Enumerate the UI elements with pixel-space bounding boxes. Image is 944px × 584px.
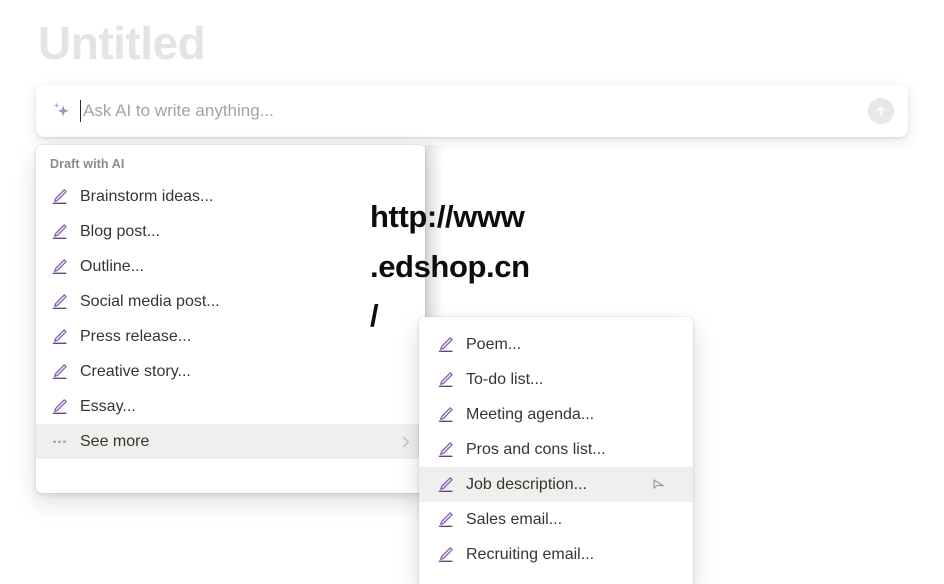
mouse-cursor-icon bbox=[653, 478, 664, 489]
menu-item-see-more[interactable]: See more bbox=[36, 424, 425, 459]
menu-item-label: Outline... bbox=[80, 257, 145, 275]
menu-item-outline[interactable]: Outline... bbox=[36, 249, 425, 284]
pencil-icon bbox=[438, 372, 453, 387]
pencil-icon bbox=[52, 399, 67, 414]
menu-item-social-media-post[interactable]: Social media post... bbox=[36, 284, 425, 319]
page-title[interactable]: Untitled bbox=[38, 16, 206, 71]
menu-item-label: To-do list... bbox=[466, 370, 544, 388]
menu-item-job-description[interactable]: Job description... bbox=[419, 467, 693, 502]
menu-item-sales-email[interactable]: Sales email... bbox=[419, 502, 693, 537]
menu-item-blog-post[interactable]: Blog post... bbox=[36, 214, 425, 249]
arrow-up-icon bbox=[876, 106, 886, 117]
pencil-icon bbox=[52, 294, 67, 309]
see-more-submenu: Poem... To-do list... Meeting agenda... … bbox=[419, 317, 693, 584]
menu-item-essay[interactable]: Essay... bbox=[36, 389, 425, 424]
pencil-icon bbox=[438, 407, 453, 422]
ai-prompt-bar[interactable] bbox=[36, 85, 908, 137]
draft-with-ai-menu: Draft with AI Brainstorm ideas... Blog p… bbox=[36, 145, 425, 493]
menu-item-label: Press release... bbox=[80, 327, 192, 345]
pencil-icon bbox=[438, 442, 453, 457]
menu-item-pros-and-cons-list[interactable]: Pros and cons list... bbox=[419, 432, 693, 467]
menu-item-label: Brainstorm ideas... bbox=[80, 187, 214, 205]
text-caret bbox=[80, 100, 81, 122]
pencil-icon bbox=[438, 512, 453, 527]
chevron-right-icon bbox=[403, 436, 410, 447]
ai-prompt-input[interactable] bbox=[83, 96, 862, 126]
menu-item-press-release[interactable]: Press release... bbox=[36, 319, 425, 354]
menu-item-recruiting-email[interactable]: Recruiting email... bbox=[419, 537, 693, 572]
menu-item-meeting-agenda[interactable]: Meeting agenda... bbox=[419, 397, 693, 432]
menu-item-label: Job description... bbox=[466, 475, 587, 493]
menu-item-label: Blog post... bbox=[80, 222, 161, 240]
pencil-icon bbox=[438, 337, 453, 352]
menu-item-label: Sales email... bbox=[466, 510, 563, 528]
menu-item-label: Recruiting email... bbox=[466, 545, 595, 563]
menu-item-label: Social media post... bbox=[80, 292, 220, 310]
sparkle-icon bbox=[53, 102, 69, 117]
menu-item-brainstorm-ideas[interactable]: Brainstorm ideas... bbox=[36, 179, 425, 214]
menu-item-label: See more bbox=[80, 432, 150, 450]
pencil-icon bbox=[52, 189, 67, 204]
submit-button[interactable] bbox=[868, 98, 894, 124]
menu-item-label: Poem... bbox=[466, 335, 522, 353]
ellipsis-icon bbox=[53, 440, 66, 443]
menu-item-to-do-list[interactable]: To-do list... bbox=[419, 362, 693, 397]
menu-item-label: Creative story... bbox=[80, 362, 191, 380]
menu-item-label: Pros and cons list... bbox=[466, 440, 606, 458]
pencil-icon bbox=[52, 364, 67, 379]
pencil-icon bbox=[52, 329, 67, 344]
pencil-icon bbox=[52, 224, 67, 239]
menu-section-label: Draft with AI bbox=[50, 157, 125, 171]
pencil-icon bbox=[438, 547, 453, 562]
menu-item-label: Meeting agenda... bbox=[466, 405, 595, 423]
pencil-icon bbox=[52, 259, 67, 274]
menu-item-label: Essay... bbox=[80, 397, 136, 415]
menu-item-poem[interactable]: Poem... bbox=[419, 327, 693, 362]
menu-item-creative-story[interactable]: Creative story... bbox=[36, 354, 425, 389]
pencil-icon bbox=[438, 477, 453, 492]
